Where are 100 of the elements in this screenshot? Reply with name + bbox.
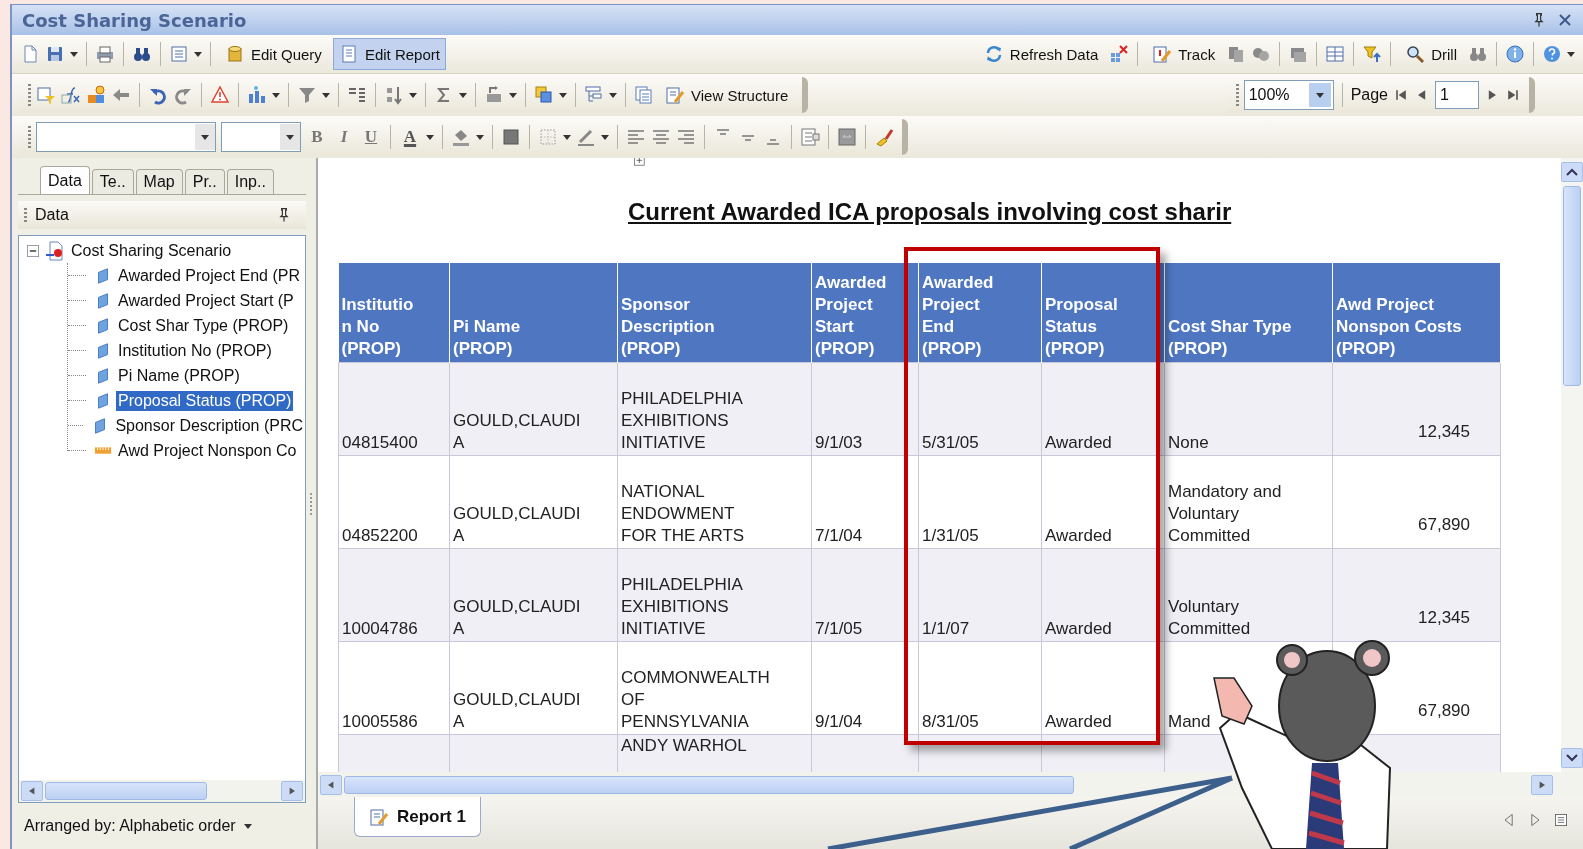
report-tab[interactable]: Report 1 [354,797,481,837]
caret-icon[interactable] [1315,92,1324,98]
caret-icon[interactable] [563,134,571,140]
help-icon[interactable] [1542,44,1562,64]
lines-icon[interactable] [347,85,367,105]
list-icon[interactable] [1553,812,1569,828]
printer-icon[interactable] [95,44,115,64]
layers-icon[interactable] [534,85,554,105]
caret-icon[interactable] [476,134,484,140]
tree-icon[interactable] [584,85,604,105]
insert-icon[interactable] [484,85,504,105]
panel-tab[interactable]: Pr.. [184,169,225,194]
funnel-arrow-icon[interactable] [1362,44,1383,64]
save-icon[interactable] [45,44,65,64]
panel-tab[interactable]: Data [40,166,90,194]
copies-icon[interactable] [634,85,654,105]
scrollbar-thumb[interactable] [45,782,207,800]
tree-item[interactable]: Awarded Project Start (P [116,290,296,311]
close-icon[interactable] [1557,12,1573,28]
shapes-icon[interactable] [86,85,106,105]
bar-chart-icon[interactable] [247,85,267,105]
italic-button[interactable]: I [333,127,355,147]
caret-icon[interactable] [201,134,209,140]
tree-item[interactable]: Awd Project Nonspon Co [116,440,299,461]
underline-button[interactable]: U [360,127,382,147]
list-icon[interactable] [169,44,189,64]
filter-icon[interactable] [297,85,317,105]
scroll-right-button[interactable] [1531,774,1553,795]
warning-icon[interactable] [210,85,230,105]
tree-item[interactable]: Awarded Project End (PR [116,265,302,286]
start-date: 7/1/04 [811,455,919,548]
caret-icon[interactable] [609,92,617,98]
caret-icon[interactable] [70,51,78,57]
caret-icon[interactable] [409,92,417,98]
view-structure-button[interactable]: View Structure [659,79,795,111]
scrollbar-thumb[interactable] [1563,186,1581,386]
column-header: Awarded Project End (PROP) [918,263,1042,362]
square-icon[interactable] [501,127,521,147]
tree-item[interactable]: Pi Name (PROP) [116,365,242,386]
tree-item[interactable]: Cost Sharing Scenario [69,240,234,261]
info-icon[interactable] [1505,44,1525,64]
align-left-icon[interactable] [626,127,646,147]
grid-delete-icon[interactable] [1109,44,1130,64]
panel-tab[interactable]: Inp.. [226,169,274,194]
brush-icon[interactable] [874,127,894,147]
document-funnel-icon[interactable] [36,85,56,105]
bold-button[interactable]: B [306,127,328,147]
last-page-icon[interactable] [1505,87,1521,103]
caret-icon[interactable] [601,134,609,140]
toolbar-grip[interactable] [28,84,31,106]
scroll-left-button[interactable] [21,781,43,801]
edit-report-button[interactable]: Edit Report [332,38,446,70]
track-button[interactable]: Track [1146,38,1222,70]
scroll-up-button[interactable] [1561,162,1583,182]
sort-icon[interactable] [384,85,404,105]
align-right-icon[interactable] [676,127,696,147]
cost-share-type: None [1164,362,1333,455]
caret-icon[interactable] [194,51,202,57]
tree-item[interactable]: Cost Shar Type (PROP) [116,315,291,336]
scroll-left-button[interactable] [320,774,342,795]
tree-item[interactable]: Sponsor Description (PRC [113,415,305,436]
merge-icon[interactable] [837,127,857,147]
refresh-data-button[interactable]: Refresh Data [977,38,1105,70]
caret-icon[interactable] [286,134,294,140]
caret-icon[interactable] [426,134,434,140]
caret-icon[interactable] [1567,51,1575,57]
caret-icon[interactable] [243,823,252,829]
document-pencil-icon [665,85,685,105]
drill-button[interactable]: Drill [1399,38,1463,70]
caret-icon[interactable] [459,92,467,98]
collapse-icon[interactable] [25,242,41,259]
edit-query-button[interactable]: Edit Query [219,38,328,70]
tree-item[interactable]: Proposal Status (PROP) [116,390,294,411]
wrap-icon[interactable] [800,127,820,147]
grid-icon[interactable] [1325,44,1346,64]
pi-name: GOULD,CLAUDI A [449,548,618,641]
first-page-icon[interactable] [1393,87,1409,103]
caret-icon[interactable] [272,92,280,98]
toolbar-grip[interactable] [1235,84,1239,106]
caret-icon[interactable] [509,92,517,98]
panel-tab[interactable]: Map [135,169,183,194]
pen-icon[interactable] [576,127,596,147]
zoom-dropdown[interactable]: 100% [1243,80,1334,110]
panel-tab[interactable]: Te.. [91,169,134,194]
chevron-down-icon [1566,754,1578,762]
expand-icon[interactable] [633,158,647,168]
tree-item[interactable]: Institution No (PROP) [116,340,274,361]
align-center-icon[interactable] [651,127,671,147]
fill-bucket-icon[interactable] [451,127,471,147]
arrange-by-label[interactable]: Arranged by: Alphabetic order [24,817,236,835]
font-color-button[interactable]: A [399,127,421,147]
caret-icon[interactable] [559,92,567,98]
scroll-right-button[interactable] [281,781,303,801]
institution-number: 10004786 [338,548,450,641]
toolbar-grip[interactable] [28,126,31,148]
scroll-down-button[interactable] [1561,748,1583,768]
page-number-field[interactable]: 1 [1435,81,1479,109]
caret-icon[interactable] [322,92,330,98]
formula-icon[interactable] [61,85,81,105]
scrollbar-thumb[interactable] [344,775,1074,794]
